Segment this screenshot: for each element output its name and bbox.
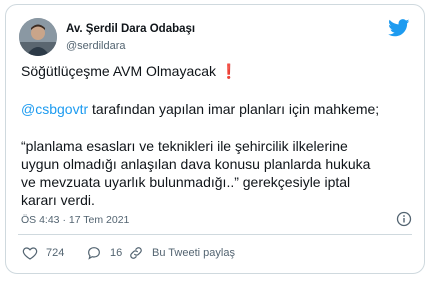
tweet-card[interactable]: Av. Şerdil Dara Odabaşı @serdildara Söğü… <box>5 4 425 274</box>
info-icon[interactable] <box>396 211 412 227</box>
mention-link[interactable]: @csbgovtr <box>21 101 88 117</box>
reply-icon <box>88 247 100 260</box>
divider <box>18 234 412 235</box>
author-name[interactable]: Av. Şerdil Dara Odabaşı <box>66 23 195 35</box>
tweet-body-text: tarafından yapılan imar planları için ma… <box>88 101 380 117</box>
exclamation-emoji-icon: ❗ <box>219 63 238 79</box>
tweet-quote-line: “planlama esasları ve teknikleri ile şeh… <box>21 138 348 154</box>
avatar[interactable] <box>19 18 57 56</box>
reply-count: 16 <box>110 247 123 259</box>
author-handle[interactable]: @serdildara <box>66 40 125 52</box>
tweet-timestamp[interactable]: ÖS 4:43 · 17 Tem 2021 <box>21 214 129 226</box>
tweet-headline-text: Söğütlüçeşme AVM Olmayacak <box>21 63 217 79</box>
tweet-body-line: @csbgovtr tarafından yapılan imar planla… <box>21 100 379 118</box>
like-count: 724 <box>46 247 65 259</box>
tweet-quote-line: ve mevzuata uyarlık bulunmadığı..” gerek… <box>21 174 351 190</box>
twitter-bird-icon[interactable] <box>388 19 410 37</box>
link-icon <box>130 247 142 259</box>
tweet-quote-line: uygun olmadığı anlaşılan dava konusu pla… <box>21 156 371 172</box>
tweet-headline: Söğütlüçeşme AVM Olmayacak ❗ <box>21 62 237 80</box>
share-label: Bu Tweeti paylaş <box>152 247 235 259</box>
like-button[interactable]: 724 <box>22 245 64 261</box>
share-button[interactable]: Bu Tweeti paylaş <box>128 245 235 261</box>
tweet-quote-line: kararı verdi. <box>21 192 95 208</box>
heart-icon <box>22 247 38 260</box>
reply-button[interactable]: 16 <box>86 245 122 261</box>
